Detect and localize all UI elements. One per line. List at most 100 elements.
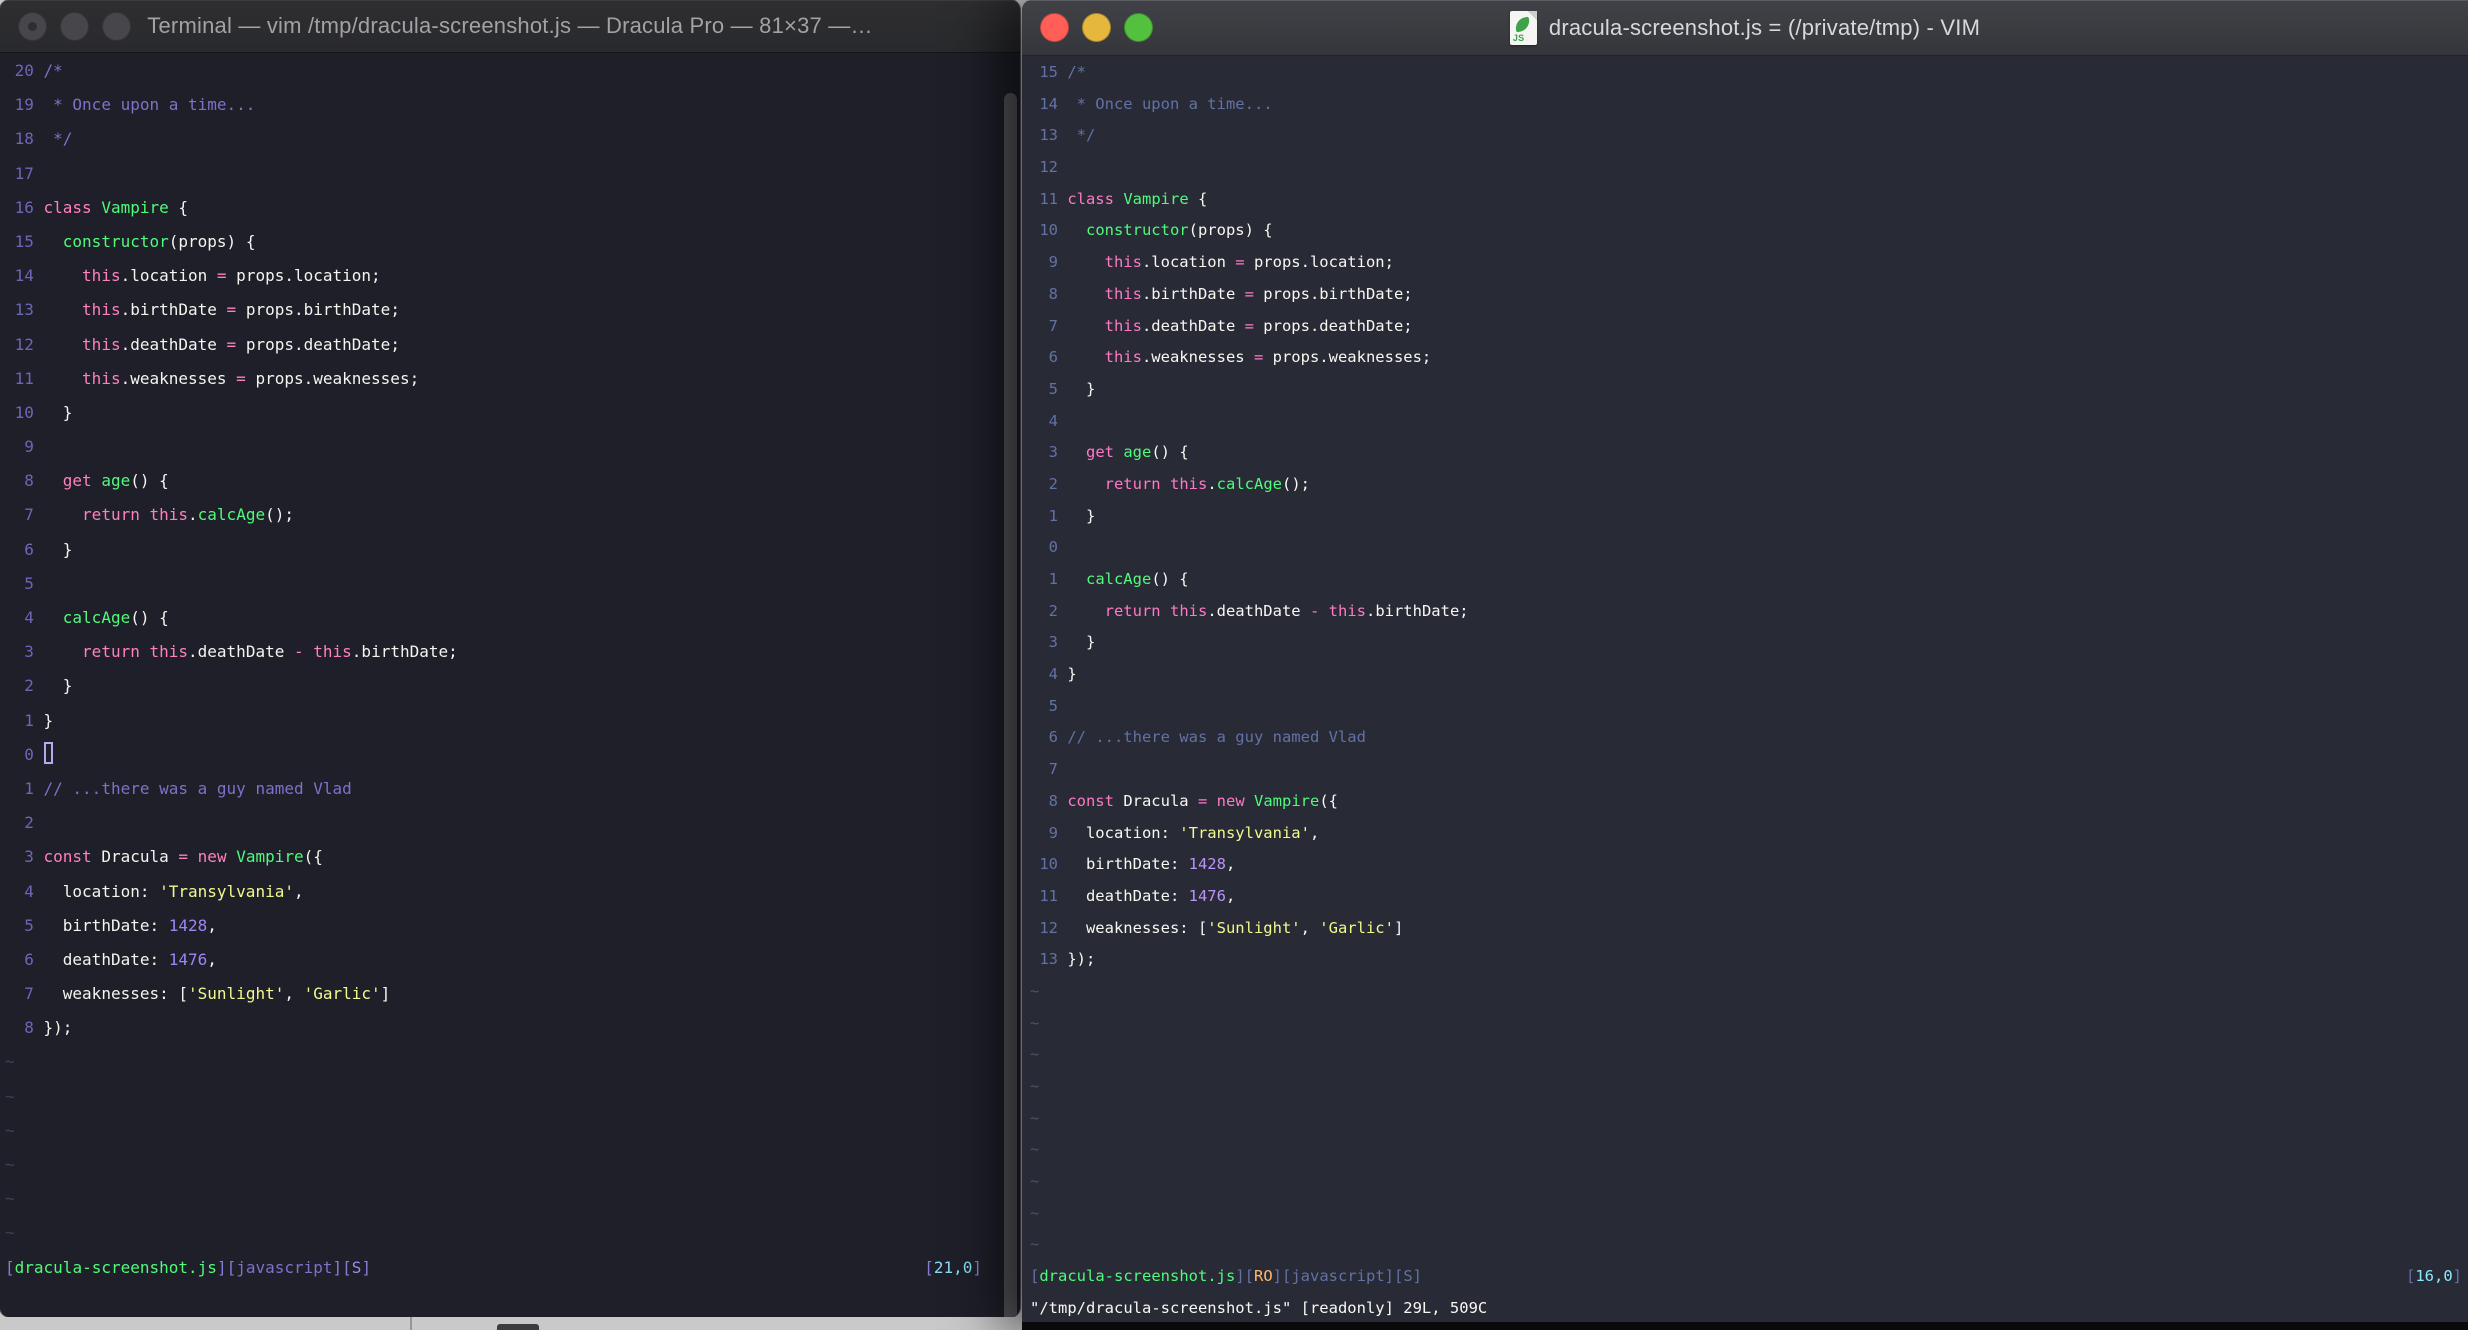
code-line: 13 this.birthDate = props.birthDate;: [5, 293, 1020, 327]
tilde-row: ~: [5, 1086, 15, 1106]
code-line: 9 this.location = props.location;: [1030, 247, 2468, 279]
code-token-pink: this: [1104, 253, 1142, 272]
vim-buffer-left[interactable]: 20/* 19 * Once upon a time... 18 */17 16 cla…: [0, 53, 1020, 1317]
code-line: 14 this.location = props.location;: [5, 259, 1020, 293]
code-token-fg: [1114, 190, 1123, 208]
line-number: 3: [24, 642, 34, 662]
code-token-fg: () {: [1151, 443, 1189, 462]
code-token-pink: new: [197, 847, 227, 867]
tilde-row: ~: [1030, 1235, 1040, 1254]
statusline-ro: RO: [1253, 1267, 1273, 1286]
code-token-fg: }: [43, 539, 73, 559]
code-line: 6 // ...there was a guy named Vlad: [1030, 722, 2468, 754]
code-token-yellow: 'Garlic': [303, 984, 381, 1004]
code-token-fg: [1319, 602, 1328, 620]
code-token-fg: [44, 369, 83, 388]
code-token-pink: =: [1197, 791, 1208, 810]
code-token-pink: this: [82, 300, 121, 320]
code-token-pink: class: [1067, 189, 1114, 208]
terminal-window-title: Terminal — vim /tmp/dracula-screenshot.j…: [0, 13, 1020, 39]
code-token-pink: -: [293, 642, 304, 662]
close-button[interactable]: [18, 11, 47, 41]
line-number: 7: [24, 505, 34, 525]
code-token-pink: this: [82, 334, 121, 354]
code-token-fg: .birthDate: [1141, 284, 1245, 303]
line-number: 6: [24, 949, 34, 969]
line-number: 6: [1048, 728, 1058, 747]
line-number: 2: [24, 676, 34, 696]
code-token-pink: this: [1104, 348, 1142, 367]
vim-cursor: [43, 742, 54, 765]
code-line: 9: [5, 430, 1020, 464]
terminal-scrollbar-thumb[interactable]: [1004, 93, 1017, 1317]
line-number: 9: [24, 437, 34, 457]
code-token-pink: this: [313, 642, 352, 662]
line-number: 5: [1048, 696, 1058, 715]
close-button-dot: [28, 21, 37, 31]
line-number: 2: [1048, 601, 1058, 620]
statusline-br: ]: [2452, 1267, 2462, 1286]
line-number: 20: [14, 61, 34, 80]
close-button[interactable]: [1040, 13, 1069, 42]
zoom-button[interactable]: [102, 11, 131, 41]
desktop: Terminal — vim /tmp/dracula-screenshot.j…: [0, 0, 2468, 1330]
code-token-fg: }: [43, 402, 73, 422]
code-line: 4 calcAge() {: [5, 601, 1020, 635]
code-token-fg: {: [1188, 189, 1208, 208]
tilde-row: ~: [1030, 1203, 1040, 1222]
code-token-fg: props.deathDate;: [1253, 316, 1413, 335]
line-number: 13: [1039, 950, 1058, 969]
code-token-green: Vampire: [101, 197, 169, 217]
line-number: 13: [1039, 126, 1058, 145]
code-token-cmt: */: [43, 129, 73, 149]
code-line: 10 }: [5, 396, 1020, 430]
code-line: 12: [1030, 152, 2468, 184]
statusline-br: [: [1030, 1267, 1040, 1286]
statusline-br: [: [5, 1257, 15, 1277]
line-number: 10: [1039, 855, 1058, 874]
code-token-green: calcAge: [1085, 570, 1152, 588]
code-line: 0: [5, 738, 1020, 772]
tilde-row: ~: [1030, 1140, 1040, 1159]
line-number: 7: [1048, 316, 1058, 335]
tilde-row: ~: [1030, 1013, 1040, 1032]
code-token-fg: location:: [43, 881, 160, 901]
code-token-pink: class: [43, 197, 92, 217]
minimize-button[interactable]: [1082, 13, 1111, 42]
code-line: 10 birthDate: 1428,: [1030, 849, 2468, 881]
code-line: 6 }: [5, 533, 1020, 567]
js-file-icon[interactable]: JS: [1509, 10, 1537, 45]
desktop-background-strip: [0, 1317, 1022, 1330]
code-token-fg: ]: [1393, 918, 1404, 937]
line-number: 5: [24, 573, 34, 593]
line-number: 1: [24, 710, 34, 730]
line-number: 2: [24, 813, 34, 833]
code-token-yellow: 'Sunlight': [1207, 918, 1301, 937]
code-token-yellow: 'Transylvania': [1179, 823, 1310, 842]
line-number: 0: [24, 744, 34, 764]
line-number: 3: [24, 847, 34, 867]
code-line: 10 constructor(props) {: [1030, 215, 2468, 247]
code-token-fg: [227, 847, 237, 866]
line-number: 18: [14, 129, 34, 149]
code-token-fg: .deathDate: [120, 334, 227, 354]
tilde-row: ~: [5, 1223, 15, 1243]
minimize-button[interactable]: [60, 11, 89, 41]
code-token-fg: });: [43, 1018, 73, 1038]
code-token-fg: [92, 471, 102, 490]
code-token-fg: ,: [1225, 886, 1236, 905]
code-line: 0: [1030, 532, 2468, 564]
zoom-button[interactable]: [1124, 13, 1153, 42]
macvim-titlebar[interactable]: JS dracula-screenshot.js = (/private/tmp…: [1022, 0, 2468, 56]
code-token-pink: this: [1104, 284, 1142, 303]
code-line: 11 class Vampire {: [1030, 184, 2468, 216]
code-token-fg: props.location;: [1244, 253, 1394, 272]
code-line: 15 /*: [1030, 57, 2468, 89]
code-token-fg: () {: [1151, 570, 1189, 588]
terminal-titlebar[interactable]: Terminal — vim /tmp/dracula-screenshot.j…: [0, 0, 1020, 53]
js-file-icon-fold: [1527, 10, 1537, 20]
line-number: 19: [14, 95, 34, 115]
code-token-fg: }: [43, 676, 73, 696]
vim-buffer-right[interactable]: 15/* 14 * Once upon a time... 13 */12 11 cla…: [1022, 56, 2468, 1322]
code-token-fg: [44, 300, 83, 319]
